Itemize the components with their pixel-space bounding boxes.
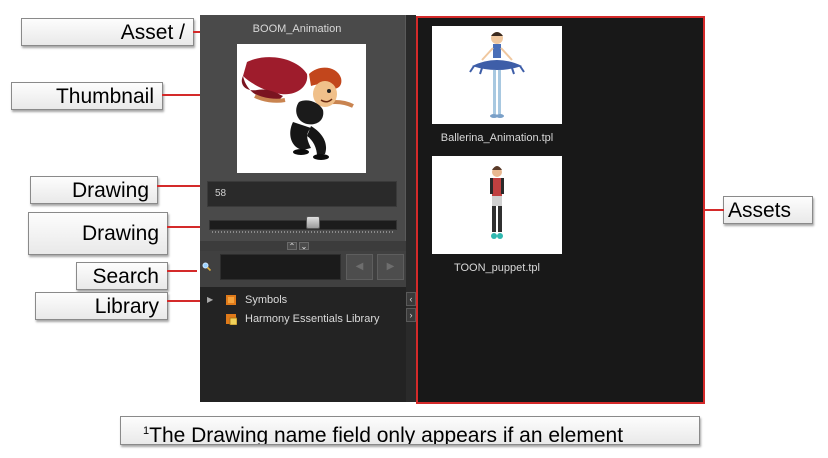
drawing-slider-track[interactable] — [209, 220, 397, 230]
library-tree: ▶ Symbols Harmony Essentials Library — [200, 287, 406, 402]
callout-library: Library — [35, 292, 168, 320]
leader-library — [167, 300, 201, 302]
symbols-library-icon — [226, 295, 236, 305]
callout-thumbnail: Thumbnail — [11, 82, 163, 110]
ballerina-thumbnail-image — [469, 32, 525, 118]
collapse-down-icon[interactable]: ⌄ — [299, 242, 309, 251]
asset-preview-area: BOOM_Animation 58 — [200, 15, 406, 241]
asset-label: TOON_puppet.tpl — [453, 262, 540, 274]
thumbnail-preview — [237, 44, 366, 173]
leader-assets — [702, 209, 724, 211]
assets-panel: Ballerina_Animation.tpl TOON_puppet.tpl — [416, 16, 705, 404]
leader-drawing-slider — [167, 226, 201, 228]
leader-search — [167, 270, 197, 272]
locked-library-icon — [226, 314, 237, 325]
drawing-slider-handle[interactable] — [306, 216, 320, 229]
callout-search: Search — [76, 262, 168, 290]
tree-item-label: Harmony Essentials Library — [245, 313, 380, 325]
chevron-left-icon[interactable]: ‹ — [406, 292, 416, 306]
leader-drawing-name — [157, 185, 201, 187]
asset-thumbnail — [432, 26, 562, 124]
search-row: ◀ ▶ — [200, 251, 406, 287]
character-thumbnail-image — [241, 57, 354, 160]
search-previous-button[interactable]: ◀ — [346, 254, 373, 280]
asset-thumbnail — [432, 156, 562, 254]
asset-label: Ballerina_Animation.tpl — [440, 132, 554, 144]
expand-arrow-icon[interactable]: ▶ — [207, 291, 213, 309]
callout-asset: Asset / — [21, 18, 194, 46]
callout-drawing-slider: Drawing — [28, 212, 168, 255]
library-view-panel: BOOM_Animation 58 ⌃ ⌄ ◀ ▶ ▶ Symbols Harm… — [200, 15, 406, 402]
chevron-right-icon[interactable]: › — [406, 308, 416, 322]
callout-drawing-name: Drawing — [30, 176, 158, 204]
search-icon — [202, 262, 211, 271]
asset-item-toon-puppet[interactable]: TOON_puppet.tpl — [432, 156, 562, 274]
search-input[interactable] — [220, 254, 341, 280]
preview-collapse-bar: ⌃ ⌄ — [200, 241, 406, 251]
asset-item-ballerina[interactable]: Ballerina_Animation.tpl — [432, 26, 562, 144]
asset-name-label: BOOM_Animation — [252, 23, 342, 35]
search-next-button[interactable]: ▶ — [377, 254, 404, 280]
footnote-text: The Drawing name field only appears if a… — [149, 424, 624, 445]
panel-splitter[interactable]: ‹ › — [406, 15, 416, 402]
toon-puppet-thumbnail-image — [490, 166, 504, 239]
callout-assets: Assets — [723, 196, 813, 224]
drawing-slider-ticks — [212, 231, 394, 233]
drawing-name-field[interactable]: 58 — [207, 181, 397, 207]
tree-item-label: Symbols — [245, 294, 288, 306]
collapse-up-icon[interactable]: ⌃ — [287, 242, 297, 251]
footnote: 1The Drawing name field only appears if … — [120, 416, 700, 445]
